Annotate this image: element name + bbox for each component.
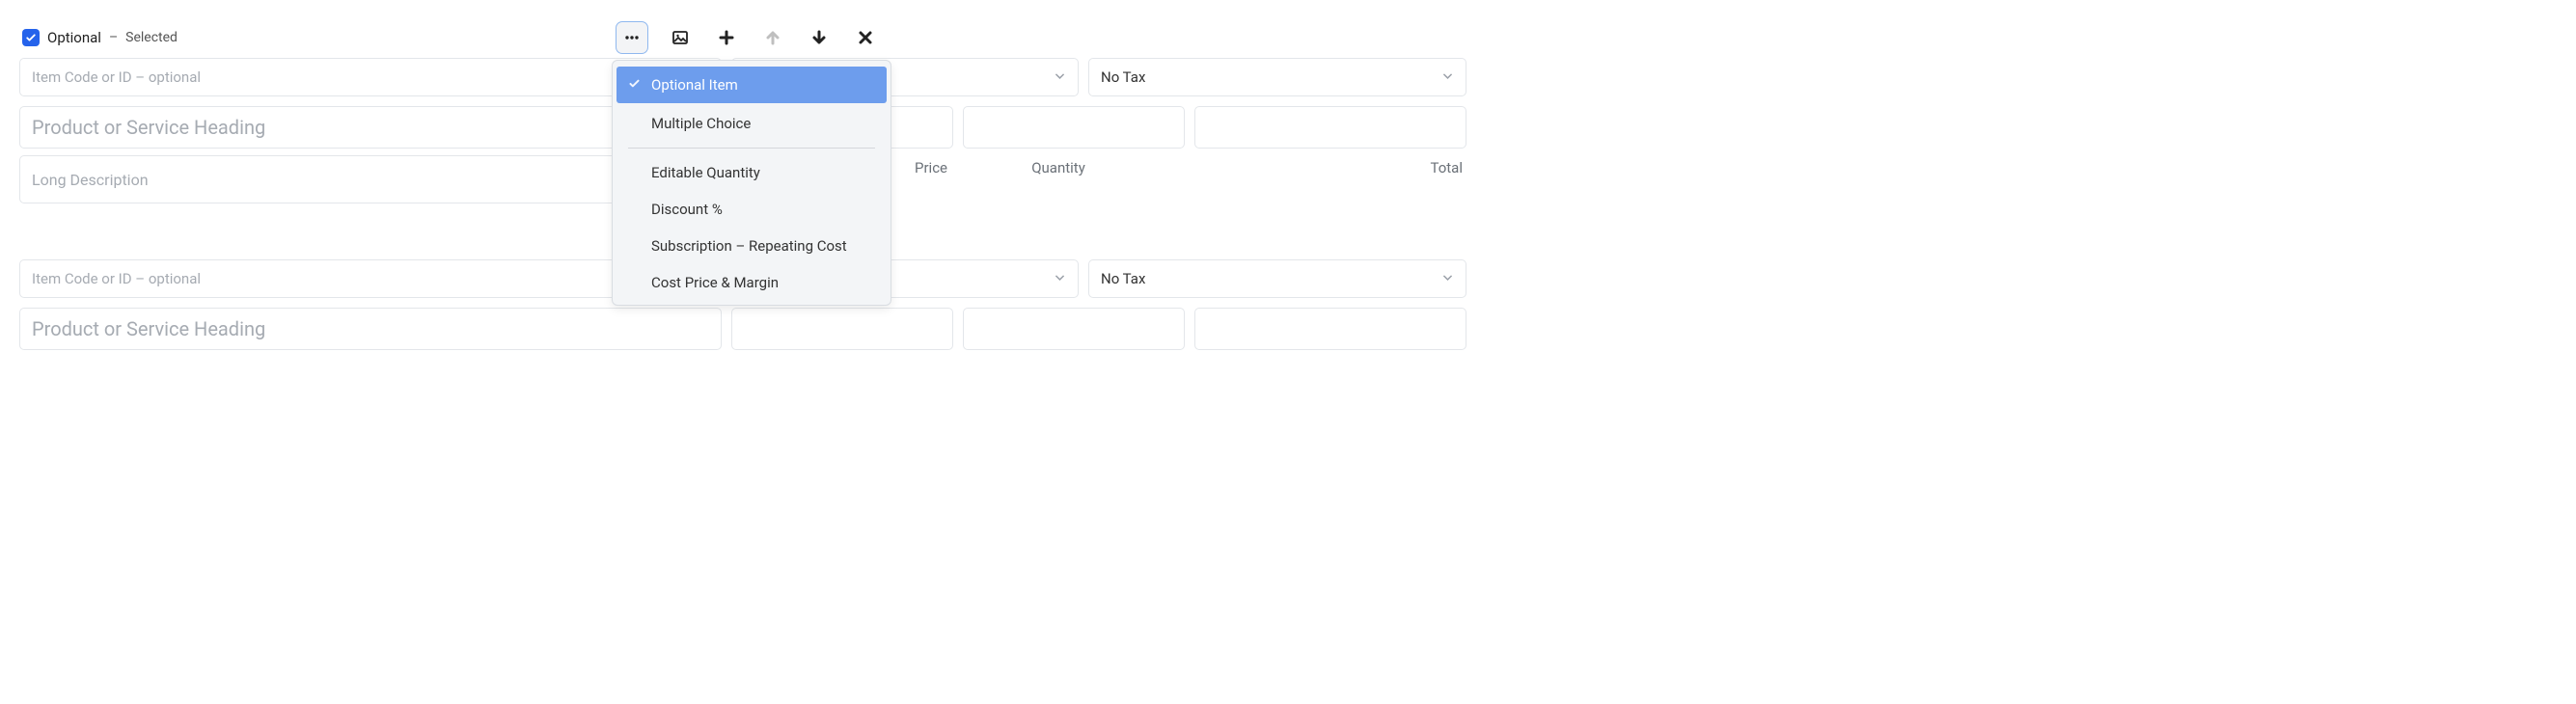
menu-item-cost-price-margin[interactable]: Cost Price & Margin [613, 264, 891, 301]
menu-item-multiple-choice[interactable]: Multiple Choice [613, 105, 891, 142]
line-item-toolbar [616, 21, 880, 54]
move-down-button[interactable] [805, 23, 834, 52]
image-icon [672, 30, 688, 45]
quantity-input[interactable] [963, 106, 1185, 149]
move-up-button [758, 23, 787, 52]
tax-value: No Tax [1101, 270, 1145, 287]
total-input[interactable] [1194, 106, 1466, 149]
optional-checkbox[interactable] [22, 29, 40, 46]
chevron-down-icon [1054, 270, 1066, 287]
menu-item-optional-item[interactable]: Optional Item [617, 67, 887, 103]
price-input[interactable] [731, 308, 953, 350]
selected-label: Selected [125, 30, 178, 45]
arrow-up-icon [765, 30, 781, 45]
menu-divider [628, 148, 875, 149]
chevron-down-icon [1441, 270, 1454, 287]
total-label: Total [1169, 159, 1463, 176]
ellipsis-icon [624, 30, 640, 45]
menu-item-editable-quantity[interactable]: Editable Quantity [613, 154, 891, 191]
optional-label: Optional [47, 29, 101, 46]
quantity-label: Quantity [947, 159, 1169, 176]
chevron-down-icon [1054, 68, 1066, 86]
plus-icon [719, 30, 734, 45]
optional-separator: – [109, 30, 118, 45]
check-icon [628, 76, 641, 94]
heading-input[interactable]: Product or Service Heading [19, 308, 722, 350]
close-icon [858, 30, 873, 45]
tax-select[interactable]: No Tax [1088, 259, 1466, 298]
more-options-button[interactable] [616, 21, 648, 54]
check-icon [25, 32, 37, 43]
add-button[interactable] [712, 23, 741, 52]
chevron-down-icon [1441, 68, 1454, 86]
tax-value: No Tax [1101, 68, 1145, 86]
menu-item-label: Editable Quantity [651, 164, 760, 181]
quantity-input[interactable] [963, 308, 1185, 350]
options-menu: Optional Item Multiple Choice Editable Q… [612, 60, 891, 306]
total-input[interactable] [1194, 308, 1466, 350]
menu-item-label: Cost Price & Margin [651, 274, 779, 291]
menu-item-label: Optional Item [651, 76, 738, 94]
arrow-down-icon [811, 30, 827, 45]
delete-button[interactable] [851, 23, 880, 52]
menu-item-subscription[interactable]: Subscription – Repeating Cost [613, 228, 891, 264]
menu-item-label: Discount % [651, 201, 723, 218]
menu-item-label: Subscription – Repeating Cost [651, 237, 847, 255]
menu-item-discount[interactable]: Discount % [613, 191, 891, 228]
image-button[interactable] [666, 23, 695, 52]
menu-item-label: Multiple Choice [651, 115, 751, 132]
tax-select[interactable]: No Tax [1088, 58, 1466, 96]
